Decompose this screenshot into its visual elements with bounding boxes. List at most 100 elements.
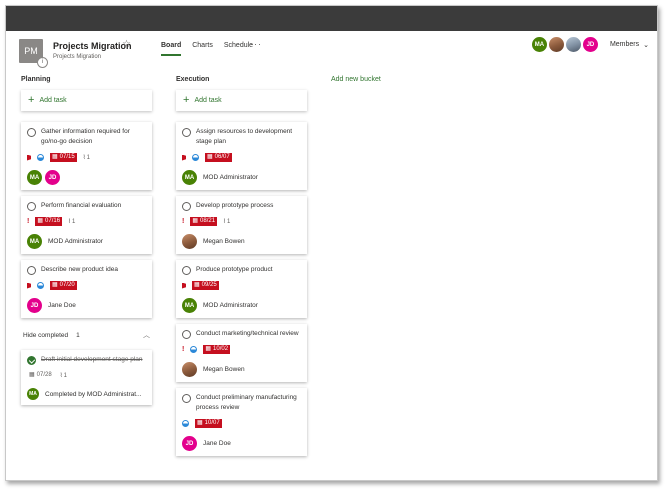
assignee-name: Jane Doe xyxy=(203,440,231,447)
important-priority-icon: ! xyxy=(182,218,185,225)
calendar-icon: ▦ xyxy=(52,282,58,288)
assignee-avatar[interactable]: JD xyxy=(182,436,197,451)
favorite-star-icon[interactable]: ☆ xyxy=(122,39,131,50)
due-date-badge: ▦ 10/02 xyxy=(203,345,231,354)
assignee-avatar[interactable]: JD xyxy=(45,170,60,185)
in-progress-icon xyxy=(190,346,198,353)
calendar-icon: ▦ xyxy=(207,154,213,160)
due-date-badge: ▦ 07/16 xyxy=(35,217,63,226)
assignee-avatar[interactable]: MA xyxy=(27,170,42,185)
due-date-badge: ▦ 06/07 xyxy=(205,153,232,162)
attachment-count-value: 1 xyxy=(71,219,76,225)
task-card[interactable]: Conduct preliminary manufacturing proces… xyxy=(176,388,307,456)
task-card[interactable]: Describe new product idea ▦ 07/20 JD Jane… xyxy=(21,260,152,318)
task-title: Assign resources to development stage pl… xyxy=(196,128,293,145)
in-progress-icon xyxy=(37,154,44,161)
task-card[interactable]: Gather information required for go/no-go… xyxy=(21,122,152,190)
member-avatar-jd[interactable]: JD xyxy=(582,37,598,52)
attachment-count: ⌇1 xyxy=(60,372,67,379)
due-date: 07/20 xyxy=(59,282,75,288)
assignee-avatar-photo[interactable] xyxy=(182,234,197,249)
task-title: Describe new product idea xyxy=(41,266,118,273)
calendar-icon: ▦ xyxy=(52,154,58,160)
assignee-avatar[interactable]: MA xyxy=(27,234,42,249)
planner-window: PM i Projects Migration ☆ Projects Migra… xyxy=(5,5,658,481)
due-date: 10/07 xyxy=(204,420,220,426)
complete-task-checkbox[interactable] xyxy=(182,266,191,275)
plus-icon: + xyxy=(183,94,190,106)
assignee-name: MOD Administrator xyxy=(48,238,103,245)
completed-task-card[interactable]: Draft initial development stage plan ▦ 07… xyxy=(21,350,152,405)
task-card[interactable]: Produce prototype product ▦ 09/25 MA MOD … xyxy=(176,260,307,318)
bucket-title[interactable]: Execution xyxy=(176,76,307,90)
due-date: 07/28 xyxy=(36,372,52,378)
plan-title[interactable]: Projects Migration xyxy=(53,41,132,51)
calendar-icon: ▦ xyxy=(29,372,35,378)
due-date-badge: ▦ 07/15 xyxy=(50,153,77,162)
task-title: Produce prototype product xyxy=(196,266,273,273)
complete-task-checkbox[interactable] xyxy=(27,128,36,137)
assignee-avatar[interactable]: MA xyxy=(27,388,39,400)
chevron-down-icon[interactable]: ⌄ xyxy=(643,41,649,49)
complete-task-checkbox[interactable] xyxy=(182,202,191,211)
assignee-avatar-photo[interactable] xyxy=(182,362,197,377)
completed-check-icon[interactable] xyxy=(27,356,36,365)
paperclip-icon: ⌇ xyxy=(82,155,86,161)
assignee-name: Megan Bowen xyxy=(203,238,245,245)
assignee-name: MOD Administrator xyxy=(203,174,258,181)
member-avatar-photo[interactable] xyxy=(565,37,581,52)
calendar-icon: ▦ xyxy=(37,218,44,224)
calendar-icon: ▦ xyxy=(192,218,199,224)
plus-icon: + xyxy=(28,94,35,106)
plan-info-icon[interactable]: i xyxy=(37,57,48,68)
view-tabs: Board Charts Schedule xyxy=(161,42,264,56)
in-progress-icon xyxy=(192,154,199,161)
task-card[interactable]: Conduct marketing/technical review ! ▦ 10… xyxy=(176,324,307,382)
attachment-count: ⌇1 xyxy=(83,154,90,161)
complete-task-checkbox[interactable] xyxy=(27,202,36,211)
task-card[interactable]: Assign resources to development stage pl… xyxy=(176,122,307,190)
assignee-avatar[interactable]: MA xyxy=(182,298,197,313)
task-title: Perform financial evaluation xyxy=(41,202,122,209)
due-date-badge: ▦ 09/25 xyxy=(192,281,219,290)
add-new-bucket-link[interactable]: Add new bucket xyxy=(331,76,381,83)
add-task-button[interactable]: + Add task xyxy=(21,90,152,111)
task-title: Develop prototype process xyxy=(196,202,274,209)
complete-task-checkbox[interactable] xyxy=(182,330,191,339)
complete-task-checkbox[interactable] xyxy=(27,266,36,275)
calendar-icon: ▦ xyxy=(194,282,200,288)
add-task-button[interactable]: + Add task xyxy=(176,90,307,111)
task-card[interactable]: Perform financial evaluation ! ▦ 07/16 ⌇1… xyxy=(21,196,152,254)
due-date-badge: ▦ 07/28 xyxy=(27,371,54,380)
task-title: Conduct marketing/technical review xyxy=(196,330,299,337)
due-date: 06/07 xyxy=(214,154,230,160)
tab-schedule[interactable]: Schedule xyxy=(224,42,253,56)
calendar-icon: ▦ xyxy=(197,420,203,426)
bucket-title[interactable]: Planning xyxy=(21,76,152,90)
hide-completed-toggle[interactable]: Hide completed 1 ︿ xyxy=(21,330,152,340)
urgent-priority-icon xyxy=(182,282,186,289)
task-card[interactable]: Develop prototype process ! ▦ 08/21 ⌇1 Me… xyxy=(176,196,307,254)
more-options-icon[interactable]: ··· xyxy=(250,39,262,49)
important-priority-icon: ! xyxy=(27,218,30,225)
paperclip-icon: ⌇ xyxy=(223,219,226,225)
member-avatar-photo[interactable] xyxy=(548,37,564,52)
assignee-name: Megan Bowen xyxy=(203,366,245,373)
assignee-name: Jane Doe xyxy=(48,302,76,309)
plan-subtitle[interactable]: Projects Migration xyxy=(53,54,101,60)
in-progress-icon xyxy=(182,420,189,427)
attachment-count-value: 1 xyxy=(226,219,231,225)
complete-task-checkbox[interactable] xyxy=(182,128,191,137)
due-date: 10/02 xyxy=(213,346,229,352)
attachment-count-value: 1 xyxy=(86,155,90,161)
add-task-label: Add task xyxy=(39,97,67,104)
chevron-up-icon[interactable]: ︿ xyxy=(143,330,150,340)
members-button[interactable]: Members xyxy=(610,41,639,48)
assignee-avatar[interactable]: JD xyxy=(27,298,42,313)
assignee-avatar[interactable]: MA xyxy=(182,170,197,185)
task-title: Conduct preliminary manufacturing proces… xyxy=(196,394,297,411)
tab-charts[interactable]: Charts xyxy=(192,42,213,56)
complete-task-checkbox[interactable] xyxy=(182,394,191,403)
member-avatar-ma[interactable]: MA xyxy=(531,37,547,52)
tab-board[interactable]: Board xyxy=(161,42,182,56)
